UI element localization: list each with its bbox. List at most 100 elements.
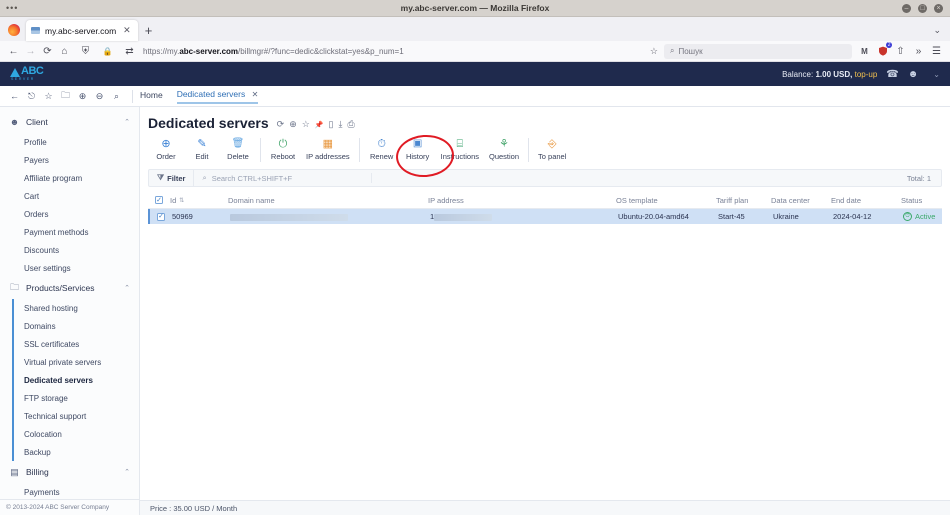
export-icon[interactable]: ⤓ <box>338 119 342 130</box>
column-header-os-template[interactable]: OS template <box>616 196 716 205</box>
chevron-down-icon[interactable]: ⌄ <box>927 70 940 79</box>
breadcrumb-home[interactable]: Home <box>140 90 163 102</box>
sidebar-item-shared-hosting[interactable]: Shared hosting <box>0 299 139 317</box>
edit-button[interactable]: ✎ Edit <box>184 136 220 163</box>
instructions-button[interactable]: ⌸ Instructions <box>436 136 484 163</box>
account-avatar-icon[interactable]: ☻ <box>908 69 919 80</box>
shield-icon[interactable]: ⛨ <box>77 43 94 60</box>
sidebar-group-client[interactable]: ☻ Client ⌃ <box>0 111 139 133</box>
renew-button[interactable]: ⏱ Renew <box>364 136 400 163</box>
sidebar-item-domains[interactable]: Domains <box>0 317 139 335</box>
sidebar-item-ssl-certificates[interactable]: SSL certificates <box>0 335 139 353</box>
app-logo[interactable]: ABC SERVER <box>10 66 44 82</box>
print-icon[interactable]: ⎙ <box>347 119 354 130</box>
sidebar-item-ftp-storage[interactable]: FTP storage <box>0 389 139 407</box>
sidebar-item-virtual-private-servers[interactable]: Virtual private servers <box>0 353 139 371</box>
filter-label: Filter <box>167 173 186 183</box>
mail-extension-icon[interactable]: M <box>856 43 873 60</box>
save-page-icon[interactable]: ⇧ <box>892 43 909 60</box>
chevron-up-icon[interactable]: ⌃ <box>124 284 130 292</box>
top-up-link[interactable]: top-up <box>855 70 878 79</box>
to-panel-label: To panel <box>538 152 567 161</box>
table-search-input[interactable]: ⌕ Search CTRL+SHIFT+F <box>194 173 373 183</box>
row-checkbox[interactable]: ✓ <box>150 212 172 221</box>
delete-button[interactable]: 🗑 Delete <box>220 136 256 163</box>
minus-circle-icon[interactable]: ⊖ <box>91 88 108 105</box>
column-header-status[interactable]: Status <box>901 196 950 205</box>
column-header-ip-address[interactable]: IP address <box>428 196 616 205</box>
sidebar-group-products-services[interactable]: 🗀 Products/Services ⌃ <box>0 277 139 299</box>
filter-button[interactable]: ⧩ Filter <box>149 170 195 186</box>
table-row[interactable]: ✓ 50969 1 Ubuntu-20.04-amd64 Start-45 Uk… <box>148 209 942 224</box>
hamburger-menu-icon[interactable]: ☰ <box>928 43 945 60</box>
sync-icon[interactable]: ⇄ <box>121 43 138 60</box>
to-panel-button[interactable]: ⎆ To panel <box>533 136 571 163</box>
columns-icon[interactable]: ▯ <box>329 119 334 130</box>
breadcrumb-close-icon[interactable]: ✕ <box>252 90 259 99</box>
close-button[interactable]: × <box>934 3 943 13</box>
cell-ip-address: 1 <box>430 212 618 221</box>
column-header-id[interactable]: Id ⇅ <box>170 196 228 205</box>
briefcase-icon[interactable]: 🗀 <box>57 88 74 105</box>
home-icon[interactable]: ⌂ <box>56 43 73 60</box>
sidebar-item-technical-support[interactable]: Technical support <box>0 407 139 425</box>
back-icon[interactable]: ← <box>5 43 22 60</box>
sidebar-item-colocation[interactable]: Colocation <box>0 425 139 443</box>
sidebar-item-dedicated-servers[interactable]: Dedicated servers <box>0 371 139 389</box>
sidebar-item-payments[interactable]: Payments <box>0 483 139 499</box>
column-header-tariff-plan[interactable]: Tariff plan <box>716 196 771 205</box>
sidebar-item-cart[interactable]: Cart <box>0 187 139 205</box>
back-arrow-icon[interactable]: ← <box>6 88 23 105</box>
plus-circle-icon[interactable]: ⊕ <box>74 88 91 105</box>
minimize-button[interactable]: – <box>902 3 911 13</box>
reload-icon[interactable]: ⟳ <box>39 43 56 60</box>
chevron-up-icon[interactable]: ⌃ <box>124 468 130 476</box>
sidebar-item-affiliate-program[interactable]: Affiliate program <box>0 169 139 187</box>
select-all-checkbox[interactable]: ✓ <box>148 196 170 204</box>
column-header-end-date[interactable]: End date <box>831 196 901 205</box>
reboot-button[interactable]: ⏻ Reboot <box>265 136 301 163</box>
bookmark-star-icon[interactable]: ☆ <box>644 46 664 57</box>
refresh-icon[interactable]: ⟳ <box>277 119 285 130</box>
globe-icon[interactable]: ⊕ <box>289 119 297 130</box>
sidebar-item-discounts[interactable]: Discounts <box>0 241 139 259</box>
star-icon[interactable]: ☆ <box>302 119 310 130</box>
forward-icon[interactable]: → <box>22 43 39 60</box>
overflow-icon[interactable]: » <box>910 43 927 60</box>
column-header-domain-name[interactable]: Domain name <box>228 196 428 205</box>
sidebar-item-orders[interactable]: Orders <box>0 205 139 223</box>
sidebar-item-backup[interactable]: Backup <box>0 443 139 461</box>
ip-addresses-icon: ▦ <box>322 138 334 150</box>
order-button[interactable]: ⊕ Order <box>148 136 184 163</box>
column-header-data-center[interactable]: Data center <box>771 196 831 205</box>
new-tab-button[interactable]: + <box>138 23 160 41</box>
ip-addresses-button[interactable]: ▦ IP addresses <box>301 136 355 163</box>
search-icon[interactable]: ⌕ <box>108 88 125 105</box>
url-bar[interactable]: ⛨ 🔒 ⇄ https://my.abc-server.com/billmgr#… <box>73 43 644 59</box>
sitemap-icon[interactable]: ⎋ <box>23 88 40 105</box>
sidebar-group-billing[interactable]: ▤ Billing ⌃ <box>0 461 139 483</box>
shield-extension-icon[interactable]: 2 <box>874 41 892 60</box>
ip-addresses-label: IP addresses <box>306 152 350 161</box>
browser-tab[interactable]: my.abc-server.com ✕ <box>26 20 138 41</box>
briefcase-icon: 🗀 <box>9 282 19 292</box>
cell-end-date: 2024-04-12 <box>833 212 872 221</box>
breadcrumb-dedicated-servers[interactable]: Dedicated servers ✕ <box>176 89 259 104</box>
sidebar-item-user-settings[interactable]: User settings <box>0 259 139 277</box>
pin-icon[interactable]: 📌 <box>315 121 324 129</box>
tab-close-icon[interactable]: ✕ <box>121 25 133 36</box>
chevron-down-icon[interactable]: ⌄ <box>933 25 950 41</box>
sidebar-item-payment-methods[interactable]: Payment methods <box>0 223 139 241</box>
lock-icon[interactable]: 🔒 <box>99 43 116 60</box>
balance-display: Balance: 1.00 USD, top-up <box>782 70 877 79</box>
browser-search-bar[interactable]: ⌕ Пошук <box>664 43 852 59</box>
sidebar-item-payers[interactable]: Payers <box>0 151 139 169</box>
history-button[interactable]: ▣ History <box>400 136 436 163</box>
sidebar-item-profile[interactable]: Profile <box>0 133 139 151</box>
question-button[interactable]: ⚘ Question <box>484 136 524 163</box>
cell-id: 50969 <box>172 212 193 221</box>
chevron-up-icon[interactable]: ⌃ <box>124 118 130 126</box>
maximize-button[interactable]: □ <box>918 3 927 13</box>
star-icon[interactable]: ☆ <box>40 88 57 105</box>
support-icon[interactable]: ☎ <box>886 69 898 80</box>
